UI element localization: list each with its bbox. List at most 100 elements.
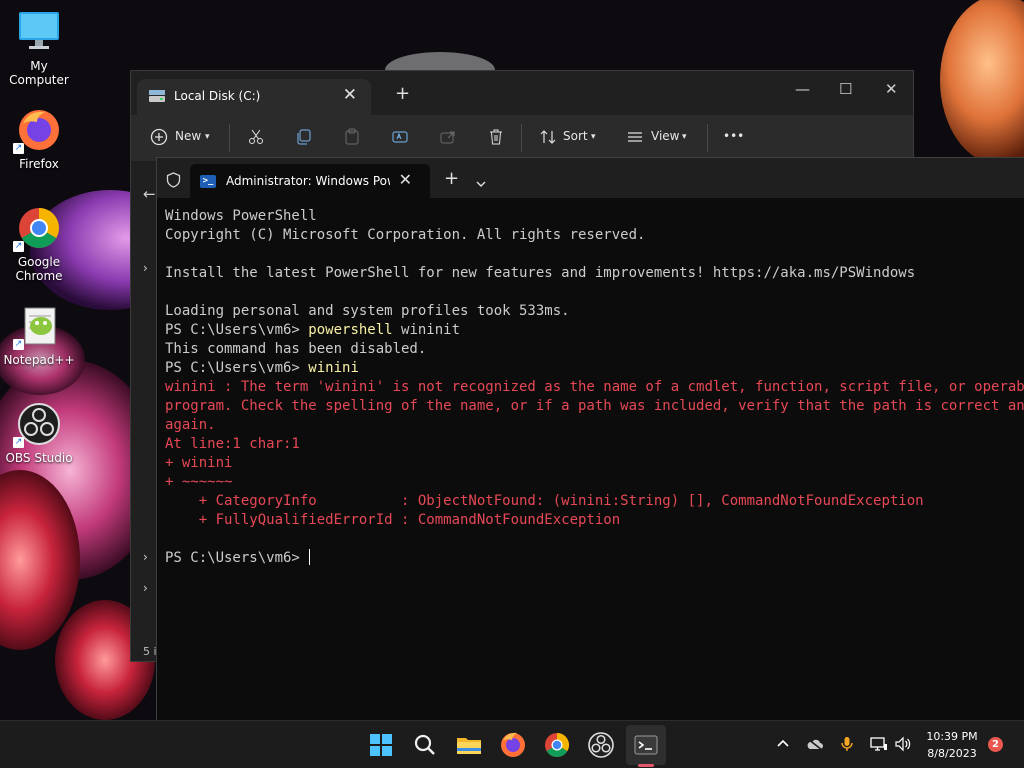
console-line: PS C:\Users\vm6> [165, 549, 1024, 568]
clock-time[interactable]: 10:39 PM [920, 730, 984, 743]
console-error-text: again. [165, 417, 216, 433]
maximize-icon[interactable]: ☐ [839, 80, 852, 98]
desktop-icon-label: Notepad++ [3, 353, 75, 367]
terminal-icon[interactable] [630, 729, 662, 761]
console-line: PS C:\Users\vm6> powershell wininit [165, 321, 1024, 340]
console-line: again. [165, 416, 1024, 435]
file-explorer-icon[interactable] [453, 729, 485, 761]
console-line: This command has been disabled. [165, 340, 1024, 359]
desktop-icon-label: Google Chrome [15, 255, 63, 283]
terminal-tabbar[interactable]: >_ Administrator: Windows PowerShell ✕ + [157, 158, 1024, 198]
rename-icon[interactable] [391, 128, 409, 150]
view-icon[interactable] [626, 128, 644, 150]
console-error-text: + FullyQualifiedErrorId : CommandNotFoun… [165, 512, 621, 528]
console-prompt: PS C:\Users\vm6> [165, 550, 309, 566]
delete-icon[interactable] [487, 128, 505, 150]
new-plus-icon[interactable] [150, 128, 168, 150]
chevron-down-icon[interactable]: ▾ [682, 132, 687, 142]
desktop-icon-obs-studio[interactable]: ↗ OBS Studio [0, 400, 78, 465]
desktop-icon-label: Firefox [19, 157, 59, 171]
minimize-icon[interactable]: — [795, 80, 810, 98]
desktop-icon-firefox[interactable]: ↗ Firefox [0, 106, 78, 171]
console-command: winini [308, 360, 359, 376]
close-window-icon[interactable]: ✕ [885, 80, 898, 98]
console-error-text: + CategoryInfo : ObjectNotFound: (winini… [165, 493, 924, 509]
volume-icon[interactable] [894, 736, 912, 756]
chevron-down-icon[interactable]: ▾ [591, 132, 596, 142]
shield-icon [166, 172, 181, 192]
chevron-right-icon[interactable]: › [143, 581, 148, 595]
console-line: PS C:\Users\vm6> winini [165, 359, 1024, 378]
firefox-icon[interactable] [497, 729, 529, 761]
close-tab-icon[interactable]: ✕ [343, 85, 357, 105]
console-line: + FullyQualifiedErrorId : CommandNotFoun… [165, 511, 1024, 530]
console-line: Windows PowerShell [165, 207, 1024, 226]
notification-badge[interactable]: 2 [988, 737, 1003, 752]
drive-icon [148, 88, 166, 107]
explorer-titlebar[interactable]: Local Disk (C:) ✕ + — ☐ ✕ [131, 71, 913, 115]
console-line: Copyright (C) Microsoft Corporation. All… [165, 226, 1024, 245]
start-icon[interactable] [365, 729, 397, 761]
new-tab-icon[interactable]: + [444, 168, 459, 189]
console-error-text: program. Check the spelling of the name,… [165, 398, 1024, 414]
back-arrow-icon[interactable]: ← [143, 185, 156, 203]
view-button[interactable]: View [651, 129, 679, 143]
close-tab-icon[interactable]: ✕ [399, 170, 412, 189]
search-icon[interactable] [409, 729, 441, 761]
console-line: + ~~~~~~ [165, 473, 1024, 492]
firefox-icon: ↗ [13, 106, 63, 154]
console-error-text: At line:1 char:1 [165, 436, 300, 452]
sort-icon[interactable] [539, 128, 557, 150]
desktop-icon-notepadpp[interactable]: ↗ Notepad++ [0, 302, 78, 367]
chrome-icon: ↗ [13, 204, 63, 252]
console-error-text: winini : The term 'winini' is not recogn… [165, 379, 1024, 395]
toolbar-divider [521, 124, 522, 152]
more-options-button[interactable]: ••• [723, 129, 744, 143]
active-app-indicator [638, 764, 654, 767]
console-error-text: + winini [165, 455, 233, 471]
explorer-status-bar: 5 i [143, 645, 157, 658]
sort-button[interactable]: Sort [563, 129, 588, 143]
network-icon[interactable] [870, 736, 888, 756]
chevron-down-icon[interactable] [475, 173, 487, 192]
obs-icon[interactable] [585, 729, 617, 761]
explorer-tab[interactable]: Local Disk (C:) ✕ [137, 79, 371, 115]
onedrive-icon[interactable] [806, 736, 824, 755]
desktop-icon-label: OBS Studio [5, 451, 73, 465]
text-cursor [309, 549, 311, 565]
new-button[interactable]: New [175, 129, 201, 143]
chevron-right-icon[interactable]: › [143, 550, 148, 564]
microphone-icon[interactable] [840, 736, 854, 756]
console-command-args: wininit [392, 322, 461, 338]
toolbar-divider [229, 124, 230, 152]
console-text: Loading personal and system profiles too… [165, 303, 570, 319]
console-line: Install the latest PowerShell for new fe… [165, 264, 1024, 283]
copy-icon[interactable] [295, 128, 313, 150]
paste-icon[interactable] [343, 128, 361, 150]
terminal-tab[interactable]: >_ Administrator: Windows PowerShell ✕ [190, 164, 430, 198]
chrome-icon[interactable] [541, 729, 573, 761]
cut-icon[interactable] [247, 128, 265, 150]
clock-date[interactable]: 8/8/2023 [920, 747, 984, 760]
console-line: winini : The term 'winini' is not recogn… [165, 378, 1024, 397]
chevron-up-icon[interactable] [776, 736, 790, 755]
new-tab-icon[interactable]: + [395, 83, 410, 104]
console-line: program. Check the spelling of the name,… [165, 397, 1024, 416]
terminal-console-output[interactable]: Windows PowerShell Copyright (C) Microsof… [165, 207, 1024, 568]
share-icon[interactable] [439, 128, 457, 150]
console-line: + winini [165, 454, 1024, 473]
chevron-down-icon[interactable]: ▾ [205, 132, 210, 142]
console-text: This command has been disabled. [165, 341, 427, 357]
desktop-icon-my-computer[interactable]: My Computer [0, 8, 78, 87]
toolbar-divider [707, 124, 708, 152]
chevron-right-icon[interactable]: › [143, 261, 148, 275]
console-error-text: + ~~~~~~ [165, 474, 233, 490]
monitor-icon [15, 8, 63, 56]
desktop-icon-google-chrome[interactable]: ↗ Google Chrome [0, 204, 78, 283]
console-text: Install the latest PowerShell for new fe… [165, 265, 916, 281]
desktop-icon-label: My Computer [9, 59, 69, 87]
console-prompt: PS C:\Users\vm6> [165, 322, 309, 338]
